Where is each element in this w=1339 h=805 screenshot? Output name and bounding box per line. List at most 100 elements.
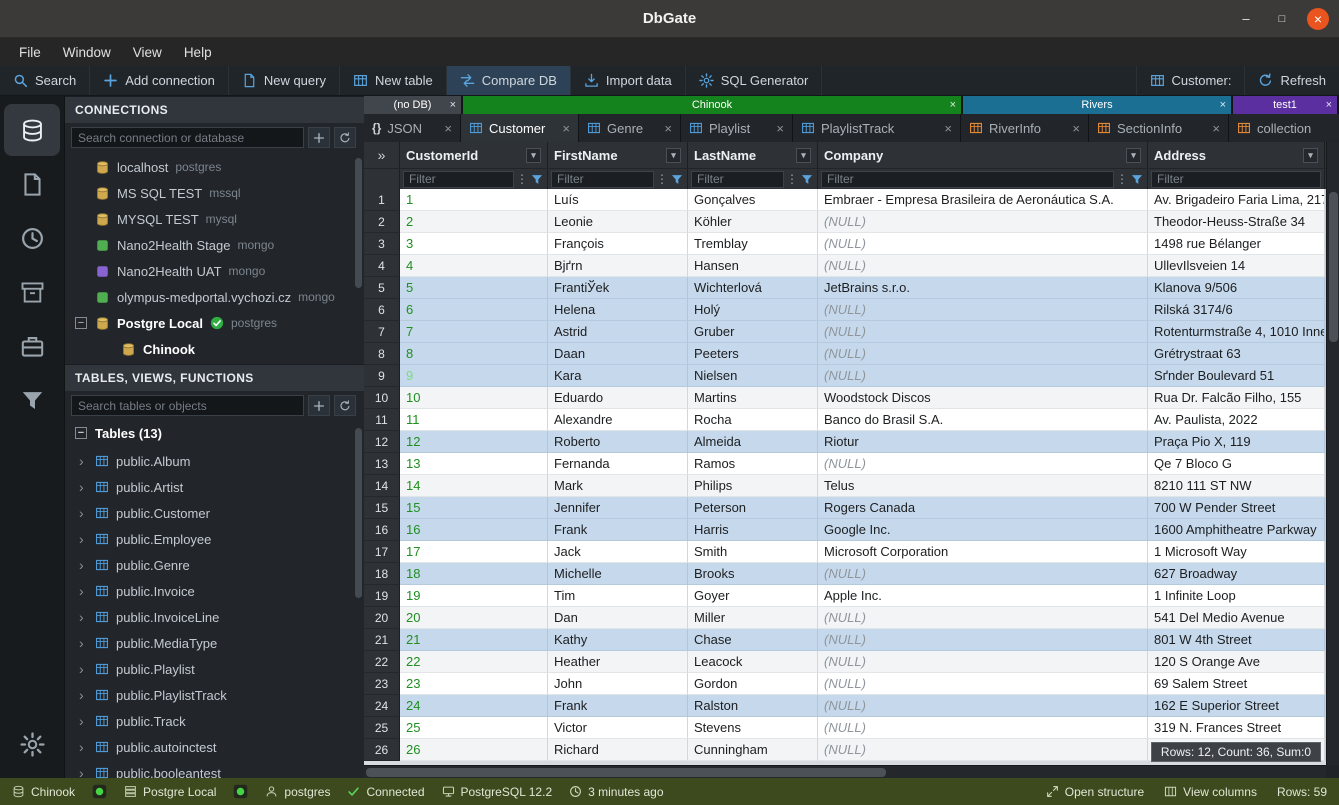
grid-cell[interactable]: (NULL) — [818, 673, 1148, 695]
grid-cell[interactable]: 541 Del Medio Avenue — [1148, 607, 1325, 629]
chevron-right-icon[interactable] — [79, 583, 88, 599]
chevron-right-icon[interactable] — [79, 453, 88, 469]
chevron-right-icon[interactable] — [79, 609, 88, 625]
row-number[interactable]: 5 — [364, 277, 400, 299]
grid-cell[interactable]: 11 — [400, 409, 548, 431]
maximize-icon[interactable] — [1271, 8, 1293, 30]
row-number[interactable]: 14 — [364, 475, 400, 497]
grid-cell[interactable]: 801 W 4th Street — [1148, 629, 1325, 651]
row-number[interactable]: 9 — [364, 365, 400, 387]
filter-menu-icon[interactable] — [1116, 172, 1128, 186]
grid-cell[interactable]: 5 — [400, 277, 548, 299]
close-icon[interactable]: × — [1220, 99, 1226, 111]
grid-cell[interactable]: Sґnder Boulevard 51 — [1148, 365, 1325, 387]
chevron-right-icon[interactable] — [79, 713, 88, 729]
grid-cell[interactable]: Tremblay — [688, 233, 818, 255]
row-number[interactable]: 10 — [364, 387, 400, 409]
row-number[interactable]: 15 — [364, 497, 400, 519]
column-dropdown-icon[interactable] — [796, 148, 811, 163]
connection-item-postgre-local[interactable]: Postgre Localpostgres — [65, 310, 364, 336]
table-search-input[interactable] — [71, 395, 304, 416]
grid-cell[interactable]: (NULL) — [818, 233, 1148, 255]
grid-cell[interactable]: 12 — [400, 431, 548, 453]
grid-cell[interactable]: Banco do Brasil S.A. — [818, 409, 1148, 431]
grid-cell[interactable]: 15 — [400, 497, 548, 519]
table-item-public-genre[interactable]: public.Genre — [65, 552, 364, 578]
table-item-public-album[interactable]: public.Album — [65, 448, 364, 474]
tab-playlist[interactable]: Playlist× — [681, 114, 793, 142]
grid-cell[interactable]: Rilská 3174/6 — [1148, 299, 1325, 321]
collapse-icon[interactable] — [75, 427, 87, 439]
row-number[interactable]: 12 — [364, 431, 400, 453]
row-number[interactable]: 21 — [364, 629, 400, 651]
tab-customer[interactable]: Customer× — [461, 114, 579, 142]
grid-cell[interactable]: Rua Dr. Falcão Filho, 155 — [1148, 387, 1325, 409]
grid-cell[interactable]: Riotur — [818, 431, 1148, 453]
grid-cell[interactable]: (NULL) — [818, 343, 1148, 365]
menu-help[interactable]: Help — [173, 41, 223, 64]
connection-item-mysql-test[interactable]: MYSQL TESTmysql — [65, 206, 364, 232]
grid-cell[interactable]: Chase — [688, 629, 818, 651]
grid-cell[interactable]: Rocha — [688, 409, 818, 431]
sidebar-scrollbar[interactable] — [355, 428, 362, 598]
connection-item-chinook[interactable]: Chinook — [65, 336, 364, 362]
grid-cell[interactable]: Astrid — [548, 321, 688, 343]
row-number[interactable]: 26 — [364, 739, 400, 761]
grid-cell[interactable]: Ramos — [688, 453, 818, 475]
grid-cell[interactable]: Frank — [548, 695, 688, 717]
close-icon[interactable]: × — [444, 121, 452, 136]
chevron-right-icon[interactable] — [79, 505, 88, 521]
grid-cell[interactable]: John — [548, 673, 688, 695]
row-number[interactable]: 16 — [364, 519, 400, 541]
grid-cell[interactable]: 4 — [400, 255, 548, 277]
grid-cell[interactable]: (NULL) — [818, 651, 1148, 673]
filter-input[interactable]: Filter — [403, 171, 514, 188]
row-number[interactable]: 20 — [364, 607, 400, 629]
grid-cell[interactable]: Gordon — [688, 673, 818, 695]
settings-gear-icon[interactable] — [4, 718, 60, 770]
toolbar-customer[interactable]: Customer: — [1136, 66, 1245, 95]
menu-window[interactable]: Window — [52, 41, 122, 64]
tab-sectioninfo[interactable]: SectionInfo× — [1089, 114, 1229, 142]
grid-cell[interactable]: Philips — [688, 475, 818, 497]
connection-item-nano2health-stage[interactable]: Nano2Health Stagemongo — [65, 232, 364, 258]
grid-cell[interactable]: Frank — [548, 519, 688, 541]
close-icon[interactable] — [1307, 8, 1329, 30]
grid-cell[interactable]: Microsoft Corporation — [818, 541, 1148, 563]
tab-genre[interactable]: Genre× — [579, 114, 681, 142]
connection-item-nano2health-uat[interactable]: Nano2Health UATmongo — [65, 258, 364, 284]
grid-cell[interactable]: Apple Inc. — [818, 585, 1148, 607]
filter-funnel-icon[interactable] — [1130, 173, 1144, 186]
column-dropdown-icon[interactable] — [1126, 148, 1141, 163]
grid-cell[interactable]: JetBrains s.r.o. — [818, 277, 1148, 299]
status-chinook[interactable]: Chinook — [12, 785, 75, 799]
grid-cell[interactable]: Rogers Canada — [818, 497, 1148, 519]
grid-cell[interactable]: 700 W Pender Street — [1148, 497, 1325, 519]
row-number[interactable]: 23 — [364, 673, 400, 695]
close-icon[interactable]: × — [562, 121, 570, 136]
rail-history-button[interactable] — [4, 212, 60, 264]
row-number[interactable]: 11 — [364, 409, 400, 431]
tab-json[interactable]: {}JSON× — [364, 114, 461, 142]
grid-cell[interactable]: Köhler — [688, 211, 818, 233]
horizontal-scrollbar-thumb[interactable] — [366, 768, 886, 777]
grid-cell[interactable]: Dan — [548, 607, 688, 629]
chevron-right-icon[interactable] — [79, 687, 88, 703]
grid-cell[interactable]: Peeters — [688, 343, 818, 365]
refresh-tables-icon[interactable] — [334, 395, 356, 416]
grid-cell[interactable]: Alexandre — [548, 409, 688, 431]
column-header-lastname[interactable]: LastName — [688, 142, 818, 168]
grid-cell[interactable]: (NULL) — [818, 365, 1148, 387]
grid-cell[interactable]: Ralston — [688, 695, 818, 717]
grid-cell[interactable]: Praça Pio X, 119 — [1148, 431, 1325, 453]
row-number[interactable]: 18 — [364, 563, 400, 585]
column-header-firstname[interactable]: FirstName — [548, 142, 688, 168]
status-rows-59[interactable]: Rows: 59 — [1277, 785, 1327, 799]
chevron-right-icon[interactable] — [79, 479, 88, 495]
status-connected[interactable]: Connected — [347, 785, 424, 799]
grid-cell[interactable]: Victor — [548, 717, 688, 739]
table-item-public-autoinctest[interactable]: public.autoinctest — [65, 734, 364, 760]
tab-group-no-db[interactable]: (no DB)× — [364, 96, 461, 114]
row-number[interactable]: 17 — [364, 541, 400, 563]
grid-cell[interactable]: 8210 111 ST NW — [1148, 475, 1325, 497]
